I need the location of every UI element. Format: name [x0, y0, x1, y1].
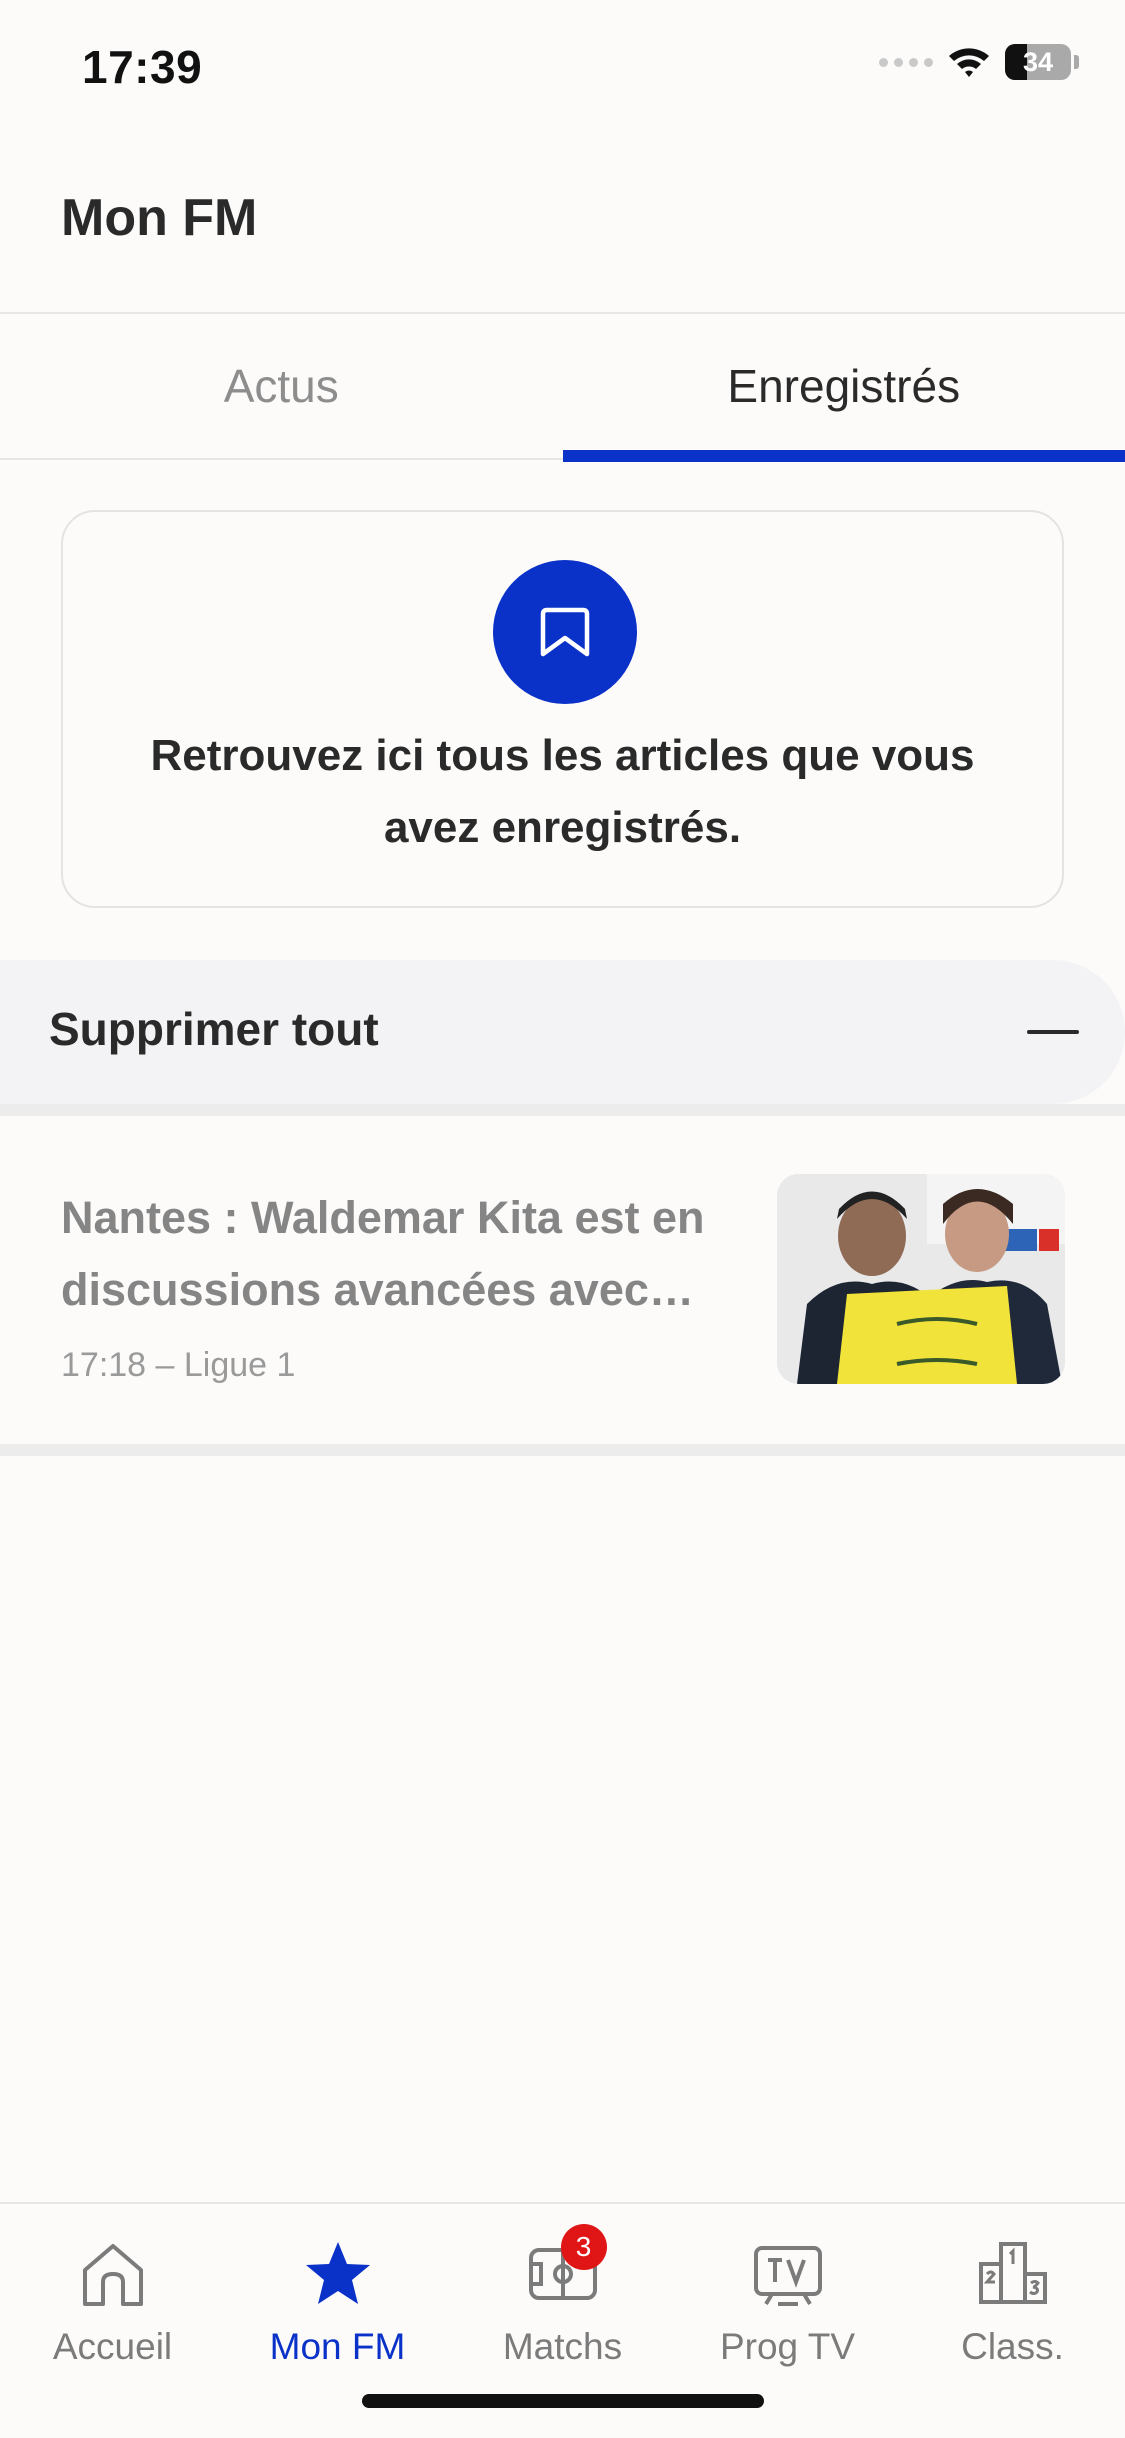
battery-percent: 34 [1023, 47, 1053, 78]
wifi-icon [947, 45, 991, 79]
nav-matchs[interactable]: 3 Matchs [450, 2234, 675, 2394]
delete-all-label: Supprimer tout [49, 1002, 379, 1056]
status-indicators: 34 [879, 44, 1079, 80]
tab-actus-label: Actus [224, 359, 339, 413]
cellular-signal-icon [879, 58, 933, 67]
tab-bar: Actus Enregistrés [0, 314, 1125, 460]
active-tab-indicator [563, 450, 1125, 462]
battery-icon: 34 [1005, 44, 1071, 80]
saved-articles-info-card: Retrouvez ici tous les articles que vous… [61, 510, 1064, 908]
article-meta: 17:18 – Ligue 1 [61, 1346, 295, 1385]
nav-mon-fm[interactable]: Mon FM [225, 2234, 450, 2394]
status-time: 17:39 [82, 40, 202, 94]
page-title: Mon FM [61, 188, 257, 248]
tab-enregistres[interactable]: Enregistrés [563, 314, 1125, 458]
nav-accueil[interactable]: Accueil [0, 2234, 225, 2394]
nav-accueil-label: Accueil [53, 2326, 172, 2368]
nav-class[interactable]: Class. [900, 2234, 1125, 2394]
home-indicator [362, 2394, 764, 2408]
article-thumbnail [777, 1174, 1065, 1384]
tab-actus[interactable]: Actus [0, 314, 563, 458]
tab-enregistres-label: Enregistrés [727, 359, 960, 413]
list-item[interactable]: Nantes : Waldemar Kita est en discussion… [0, 1114, 1125, 1444]
nav-prog-tv[interactable]: Prog TV [675, 2234, 900, 2394]
home-icon [73, 2234, 153, 2314]
podium-icon [973, 2234, 1053, 2314]
tv-icon [748, 2234, 828, 2314]
matchs-badge: 3 [561, 2224, 607, 2270]
nav-mon-fm-label: Mon FM [270, 2326, 406, 2368]
nav-class-label: Class. [961, 2326, 1064, 2368]
empty-state-message: Retrouvez ici tous les articles que vous… [103, 720, 1022, 864]
nav-matchs-label: Matchs [503, 2326, 622, 2368]
minus-icon [1027, 1030, 1079, 1034]
list-divider-bottom [0, 1444, 1125, 1456]
article-title: Nantes : Waldemar Kita est en discussion… [61, 1182, 741, 1326]
pitch-icon: 3 [523, 2234, 603, 2314]
nav-prog-tv-label: Prog TV [720, 2326, 855, 2368]
star-icon [298, 2234, 378, 2314]
bookmark-icon [493, 560, 637, 704]
delete-all-button[interactable]: Supprimer tout [0, 960, 1125, 1104]
